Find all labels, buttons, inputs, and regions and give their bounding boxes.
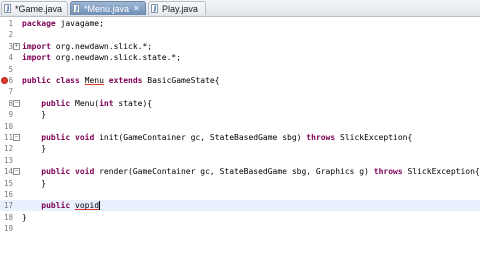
code-line[interactable]: 5 bbox=[0, 64, 480, 75]
code-text: } bbox=[22, 212, 27, 222]
tab-label: *Game.java bbox=[15, 3, 63, 14]
text-cursor bbox=[99, 201, 101, 211]
code-line[interactable]: 9 } bbox=[0, 109, 480, 120]
code-text: import org.newdawn.slick.*; bbox=[22, 41, 153, 51]
code-text: } bbox=[22, 110, 47, 120]
line-number: 16 bbox=[3, 190, 13, 199]
line-number: 7 bbox=[8, 87, 13, 97]
line-number: 8 bbox=[8, 98, 13, 108]
code-text: public void render(GameContainer gc, Sta… bbox=[41, 167, 480, 177]
line-number: 14 bbox=[3, 167, 13, 177]
line-number: 13 bbox=[3, 155, 13, 165]
code-line[interactable]: 8− public Menu(int state){ bbox=[0, 98, 480, 109]
code-text: public vopid bbox=[41, 201, 101, 211]
tab-label: Play.java bbox=[162, 3, 198, 14]
line-number: 15 bbox=[3, 178, 13, 188]
code-line[interactable]: 12 } bbox=[0, 143, 480, 154]
code-text: import org.newdawn.slick.state.*; bbox=[22, 53, 182, 63]
line-number: 4 bbox=[8, 53, 13, 63]
line-number: 12 bbox=[3, 144, 13, 154]
java-file-icon: J bbox=[4, 4, 13, 13]
line-number: 10 bbox=[3, 121, 13, 131]
code-line[interactable]: 3 + import org.newdawn.slick.*; bbox=[0, 41, 480, 52]
code-line[interactable]: 10 bbox=[0, 121, 480, 132]
code-line[interactable]: 19 bbox=[0, 223, 480, 234]
collapse-fold-icon[interactable]: − bbox=[13, 99, 20, 107]
code-line[interactable]: 18} bbox=[0, 212, 480, 223]
code-text: public class Menu extends BasicGameState… bbox=[22, 76, 220, 85]
tab-menu-java[interactable]: J *Menu.java ✕ bbox=[70, 1, 146, 15]
code-line[interactable]: 14− public void render(GameContainer gc,… bbox=[0, 166, 480, 177]
line-number: 2 bbox=[8, 30, 13, 40]
error-marker-icon[interactable] bbox=[1, 77, 8, 84]
code-line[interactable]: 15 } bbox=[0, 178, 480, 189]
line-number: 18 bbox=[3, 212, 13, 222]
line-number: 1 bbox=[8, 19, 13, 28]
code-line[interactable]: 7 bbox=[0, 86, 480, 97]
collapse-fold-icon[interactable]: − bbox=[13, 134, 20, 141]
editor-tab-bar: J *Game.java J *Menu.java ✕ J Play.java bbox=[0, 0, 480, 17]
tab-label: *Menu.java bbox=[84, 3, 130, 14]
java-file-icon: J bbox=[151, 4, 160, 13]
close-icon[interactable]: ✕ bbox=[133, 4, 140, 13]
line-number: 19 bbox=[3, 224, 13, 234]
tab-game-java[interactable]: J *Game.java bbox=[1, 1, 68, 15]
code-text: public Menu(int state){ bbox=[41, 98, 153, 108]
code-line[interactable]: 1 package javagame; bbox=[0, 18, 480, 29]
code-line[interactable]: 2 bbox=[0, 29, 480, 40]
code-line[interactable]: 6 public class Menu extends BasicGameStat… bbox=[0, 75, 480, 86]
tab-play-java[interactable]: J Play.java bbox=[148, 1, 206, 15]
code-text: } bbox=[22, 178, 47, 188]
code-text: package javagame; bbox=[22, 19, 104, 28]
code-line[interactable]: 4 import org.newdawn.slick.state.*; bbox=[0, 52, 480, 63]
code-line[interactable]: 11− public void init(GameContainer gc, S… bbox=[0, 132, 480, 143]
line-number: 9 bbox=[8, 110, 13, 120]
line-number: 11 bbox=[3, 133, 13, 142]
line-number: 5 bbox=[8, 64, 13, 74]
code-text: } bbox=[22, 144, 47, 154]
java-file-icon: J bbox=[73, 4, 82, 13]
line-number: 3 bbox=[8, 41, 13, 51]
code-text: public void init(GameContainer gc, State… bbox=[41, 133, 413, 142]
collapse-fold-icon[interactable]: − bbox=[13, 168, 20, 176]
line-number: 17 bbox=[3, 201, 13, 211]
code-line[interactable]: 17 public vopid bbox=[0, 200, 480, 212]
expand-fold-icon[interactable]: + bbox=[13, 42, 20, 50]
code-line[interactable]: 13 bbox=[0, 155, 480, 166]
code-line[interactable]: 16 bbox=[0, 189, 480, 200]
